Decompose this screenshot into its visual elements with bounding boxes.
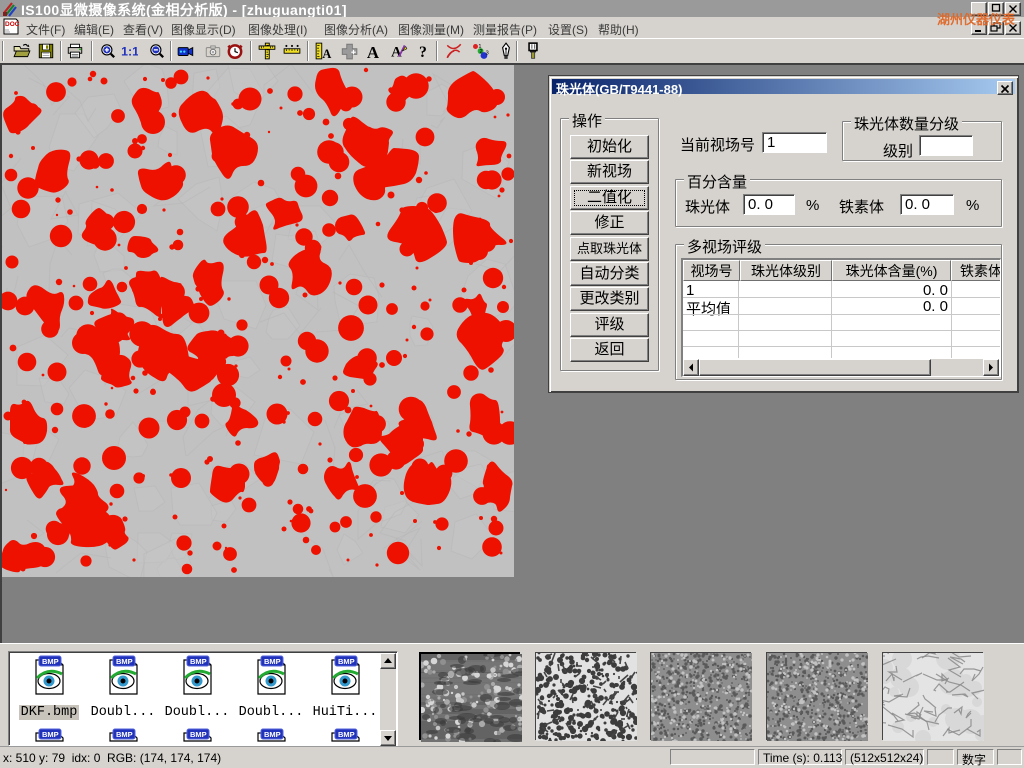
svg-text:DOC: DOC [5,21,20,28]
svg-text:BMP: BMP [116,657,133,666]
svg-text:3: 3 [486,50,489,56]
svg-text:BMP: BMP [338,657,355,666]
svg-text:A: A [322,47,331,60]
svg-text:BMP: BMP [116,730,133,739]
svg-text:A: A [367,43,380,60]
svg-text:BMP: BMP [338,730,355,739]
svg-text:BMP: BMP [264,730,281,739]
svg-text:?: ? [419,44,427,60]
svg-text:BMP: BMP [190,657,207,666]
svg-text:BMP: BMP [42,657,59,666]
svg-text:1:1: 1:1 [121,45,138,59]
svg-text:BMP: BMP [264,657,281,666]
svg-text:BMP: BMP [190,730,207,739]
svg-text:BMP: BMP [42,730,59,739]
svg-text:2: 2 [479,49,482,55]
